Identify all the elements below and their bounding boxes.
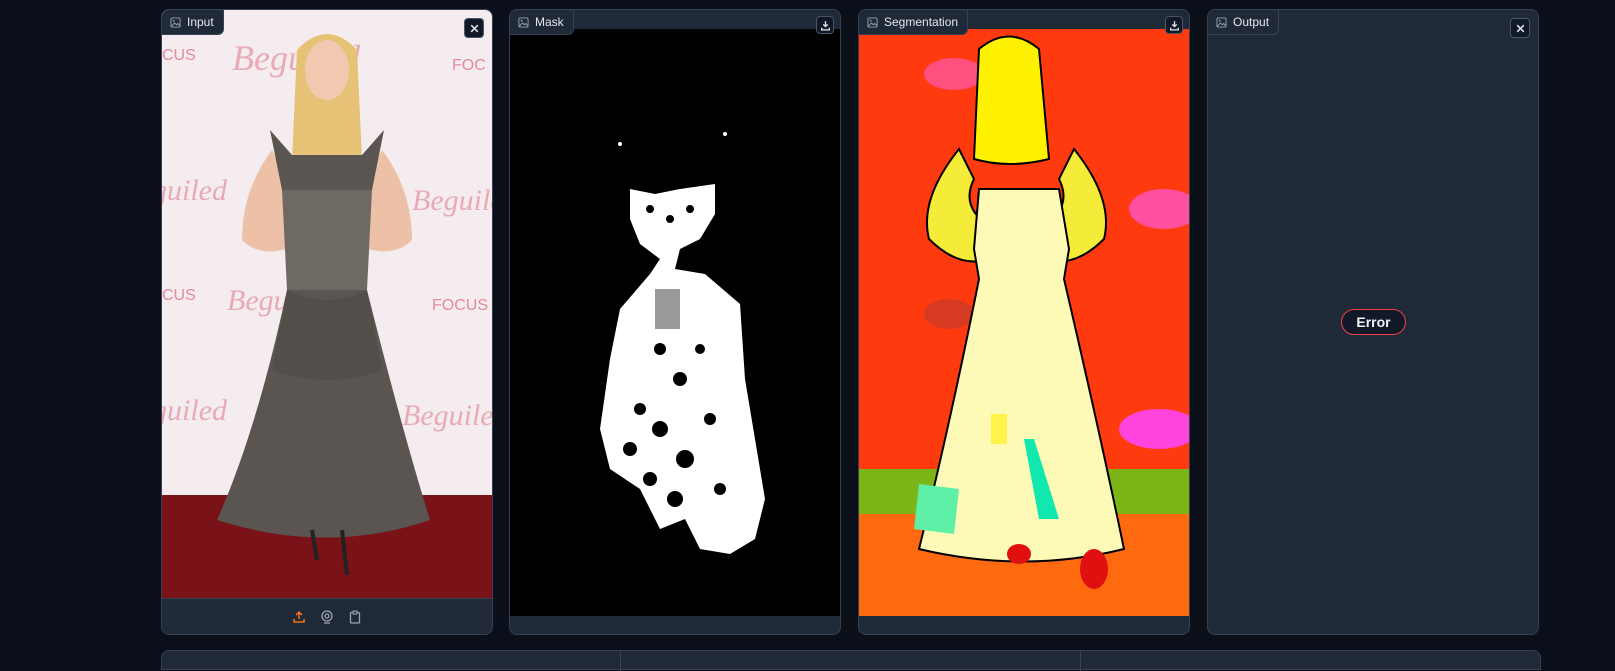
- webcam-button[interactable]: [317, 607, 337, 627]
- download-segmentation-button[interactable]: [1165, 16, 1183, 34]
- segmentation-label-text: Segmentation: [884, 15, 959, 29]
- mask-panel: Mask: [509, 9, 841, 635]
- segmentation-image: [859, 29, 1189, 616]
- clear-output-button[interactable]: [1510, 18, 1530, 38]
- svg-text:Beguiled: Beguiled: [402, 399, 492, 432]
- svg-text:CUS: CUS: [162, 287, 196, 304]
- segmentation-label: Segmentation: [859, 10, 969, 35]
- svg-text:FOC: FOC: [452, 57, 486, 74]
- upload-icon: [293, 610, 305, 623]
- image-icon: [170, 16, 181, 28]
- image-icon: [1216, 16, 1227, 28]
- output-label-text: Output: [1233, 15, 1270, 29]
- webcam-icon: [321, 609, 333, 624]
- image-icon: [867, 16, 878, 28]
- mask-image: [510, 29, 840, 616]
- bottom-strip: [161, 650, 1541, 671]
- input-toolbar: [162, 598, 492, 634]
- paste-clipboard-button[interactable]: [345, 607, 365, 627]
- mask-label-text: Mask: [535, 15, 564, 29]
- clear-input-button[interactable]: [464, 18, 484, 38]
- svg-text:guiled: guiled: [162, 394, 228, 427]
- input-label: Input: [162, 10, 224, 35]
- close-icon: [1516, 24, 1524, 32]
- input-panel: Input Beguiled FOC CUS guiled Beguiled C…: [161, 9, 493, 635]
- error-badge: Error: [1341, 309, 1406, 335]
- input-label-text: Input: [187, 15, 214, 29]
- svg-text:guiled: guiled: [162, 174, 228, 207]
- mask-label: Mask: [510, 10, 574, 35]
- input-image[interactable]: Beguiled FOC CUS guiled Beguiled CUS Beg…: [162, 10, 492, 599]
- segmentation-panel: Segmentation: [858, 9, 1190, 635]
- close-icon: [470, 24, 478, 32]
- clipboard-icon: [349, 609, 361, 624]
- output-label: Output: [1208, 10, 1280, 35]
- upload-button[interactable]: [289, 607, 309, 627]
- svg-text:CUS: CUS: [162, 47, 196, 64]
- download-mask-button[interactable]: [816, 16, 834, 34]
- svg-text:Beguiled: Beguiled: [412, 184, 492, 217]
- image-icon: [518, 16, 529, 28]
- download-icon: [1169, 20, 1179, 31]
- download-icon: [820, 20, 830, 31]
- svg-text:FOCUS: FOCUS: [432, 297, 488, 314]
